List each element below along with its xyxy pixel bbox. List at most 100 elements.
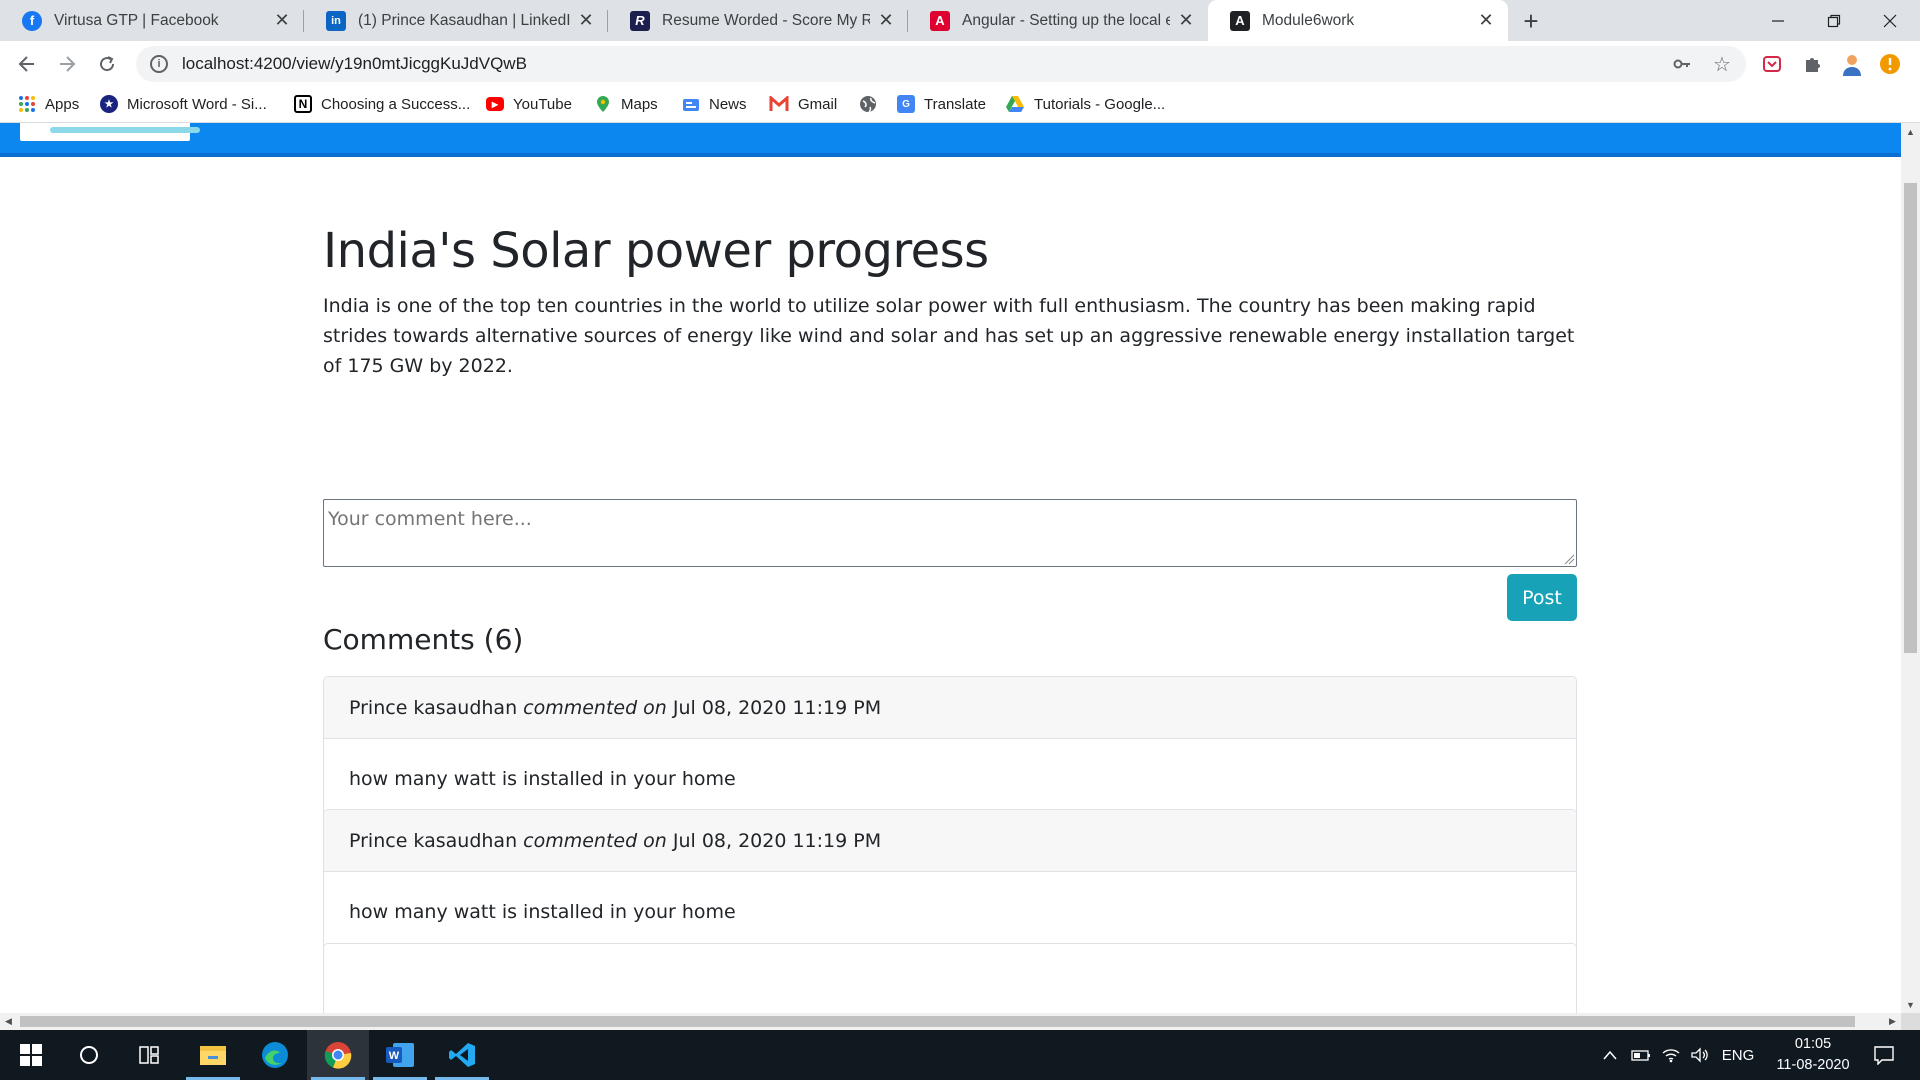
translate-icon: G: [897, 95, 915, 113]
minimize-icon: [1772, 19, 1784, 22]
bookmark-microsoft-word[interactable]: ★ Microsoft Word - Si...: [100, 87, 267, 121]
edge-button[interactable]: [244, 1030, 306, 1080]
svg-text:W: W: [389, 1050, 400, 1062]
language-indicator[interactable]: ENG: [1718, 1030, 1758, 1080]
bookmark-star-icon[interactable]: ☆: [1710, 52, 1734, 76]
chevron-up-icon: [1603, 1050, 1617, 1060]
vertical-scrollbar[interactable]: ▲ ▼: [1901, 123, 1920, 1013]
action-center-icon: [1874, 1046, 1894, 1065]
bookmark-translate[interactable]: G Translate: [897, 87, 986, 121]
scroll-right-icon[interactable]: ▶: [1884, 1013, 1901, 1030]
scrollbar-thumb[interactable]: [20, 1016, 1855, 1027]
blog-logo[interactable]: [20, 123, 200, 141]
comment-text: how many watt is installed in your home: [349, 901, 736, 923]
extensions-puzzle-icon[interactable]: [1799, 51, 1825, 77]
tab-title: Angular - Setting up the local en: [962, 11, 1170, 29]
close-tab-icon[interactable]: ✕: [876, 10, 896, 31]
tab-linkedin[interactable]: in (1) Prince Kasaudhan | LinkedIn ✕: [304, 0, 608, 41]
tab-title: (1) Prince Kasaudhan | LinkedIn: [358, 11, 570, 29]
close-tab-icon[interactable]: ✕: [1176, 10, 1196, 31]
bookmark-label: Gmail: [798, 95, 838, 113]
comment-text: how many watt is installed in your home: [349, 768, 736, 790]
update-alert-icon[interactable]: [1877, 51, 1903, 77]
microsoft-word-icon: W: [386, 1043, 414, 1067]
close-icon: [1883, 14, 1897, 27]
address-bar[interactable]: i localhost:4200/view/y19n0mtJicggKuJdVQ…: [136, 46, 1746, 82]
bookmark-label: Tutorials - Google...: [1034, 95, 1166, 113]
notifications-button[interactable]: [1864, 1030, 1904, 1080]
tab-resume-worded[interactable]: R Resume Worded - Score My Resu ✕: [608, 0, 908, 41]
comment-card: Prince kasaudhan commented on Jul 08, 20…: [323, 676, 1577, 820]
task-view-button[interactable]: [118, 1030, 180, 1080]
tab-facebook[interactable]: f Virtusa GTP | Facebook ✕: [0, 0, 304, 41]
pocket-extension-icon[interactable]: [1759, 51, 1785, 77]
bookmark-news[interactable]: News: [682, 87, 747, 121]
battery-icon[interactable]: [1628, 1030, 1654, 1080]
new-tab-button[interactable]: +: [1517, 6, 1545, 36]
word-button[interactable]: W: [369, 1030, 431, 1080]
vscode-button[interactable]: [431, 1030, 493, 1080]
close-window-button[interactable]: [1862, 0, 1918, 41]
gmail-icon: [769, 96, 789, 111]
scroll-left-icon[interactable]: ◀: [0, 1013, 17, 1030]
back-button[interactable]: [12, 49, 42, 79]
linkedin-icon: in: [326, 10, 346, 31]
bookmark-maps[interactable]: Maps: [594, 87, 658, 121]
system-clock[interactable]: 01:05 11-08-2020: [1758, 1034, 1868, 1076]
bookmarks-bar: Apps ★ Microsoft Word - Si... N Choosing…: [0, 87, 1920, 123]
scrollbar-thumb[interactable]: [1904, 183, 1917, 653]
comment-input[interactable]: [323, 499, 1577, 567]
facebook-icon: f: [22, 10, 42, 31]
folder-icon: [200, 1046, 226, 1065]
url-text: localhost:4200/view/y19n0mtJicggKuJdVQwB: [182, 54, 527, 73]
restore-button[interactable]: [1806, 0, 1862, 41]
tab-strip: f Virtusa GTP | Facebook ✕ in (1) Prince…: [0, 0, 1920, 41]
bookmark-gmail[interactable]: Gmail: [769, 87, 837, 121]
comment-author: Prince kasaudhan: [349, 696, 518, 719]
wifi-icon[interactable]: [1658, 1030, 1684, 1080]
site-info-icon[interactable]: i: [150, 55, 168, 73]
key-icon[interactable]: [1670, 52, 1694, 76]
bookmark-choosing-success[interactable]: N Choosing a Success...: [294, 87, 470, 121]
tab-angular-setup[interactable]: A Angular - Setting up the local en ✕: [908, 0, 1208, 41]
chrome-button[interactable]: [307, 1030, 369, 1080]
profile-avatar[interactable]: [1839, 51, 1865, 77]
tab-title: Module6work: [1262, 11, 1355, 29]
horizontal-scrollbar[interactable]: ◀ ▶: [0, 1013, 1901, 1030]
restore-icon: [1827, 14, 1841, 27]
bookmark-tutorials[interactable]: Tutorials - Google...: [1005, 87, 1165, 121]
scroll-down-icon[interactable]: ▼: [1901, 996, 1920, 1013]
post-title: India's Solar power progress: [323, 223, 989, 279]
close-tab-icon[interactable]: ✕: [576, 10, 596, 31]
bookmark-apps[interactable]: Apps: [18, 87, 79, 121]
globe-icon: [860, 96, 876, 113]
scroll-up-icon[interactable]: ▲: [1901, 123, 1920, 140]
bookmark-globe[interactable]: [859, 87, 877, 121]
comment-card: [323, 943, 1577, 1013]
forward-button[interactable]: [52, 49, 82, 79]
volume-icon[interactable]: [1687, 1030, 1713, 1080]
bookmark-youtube[interactable]: ▶ YouTube: [486, 87, 572, 121]
tab-title: Virtusa GTP | Facebook: [54, 11, 219, 29]
browser-toolbar: i localhost:4200/view/y19n0mtJicggKuJdVQ…: [0, 41, 1920, 87]
start-button[interactable]: [0, 1030, 62, 1080]
close-tab-icon[interactable]: ✕: [1476, 10, 1496, 31]
apps-grid-icon: [19, 96, 35, 112]
show-hidden-icons-button[interactable]: [1598, 1030, 1622, 1080]
youtube-icon: ▶: [486, 97, 504, 111]
reload-button[interactable]: [92, 49, 122, 79]
comment-header: Prince kasaudhan commented on Jul 08, 20…: [324, 810, 1576, 872]
resize-grip-icon[interactable]: [1563, 553, 1575, 565]
file-explorer-button[interactable]: [182, 1030, 244, 1080]
minimize-button[interactable]: [1750, 0, 1806, 41]
search-button[interactable]: [58, 1030, 120, 1080]
resume-worded-icon: R: [630, 10, 650, 31]
angular-icon: A: [1230, 10, 1250, 31]
scroll-corner: [1901, 1013, 1920, 1030]
post-comment-button[interactable]: Post: [1507, 574, 1577, 621]
close-tab-icon[interactable]: ✕: [272, 10, 292, 31]
windows-logo-icon: [20, 1044, 42, 1066]
chrome-icon: [324, 1042, 352, 1069]
search-circle-icon: [80, 1046, 98, 1064]
tab-module6work[interactable]: A Module6work ✕: [1208, 0, 1508, 41]
